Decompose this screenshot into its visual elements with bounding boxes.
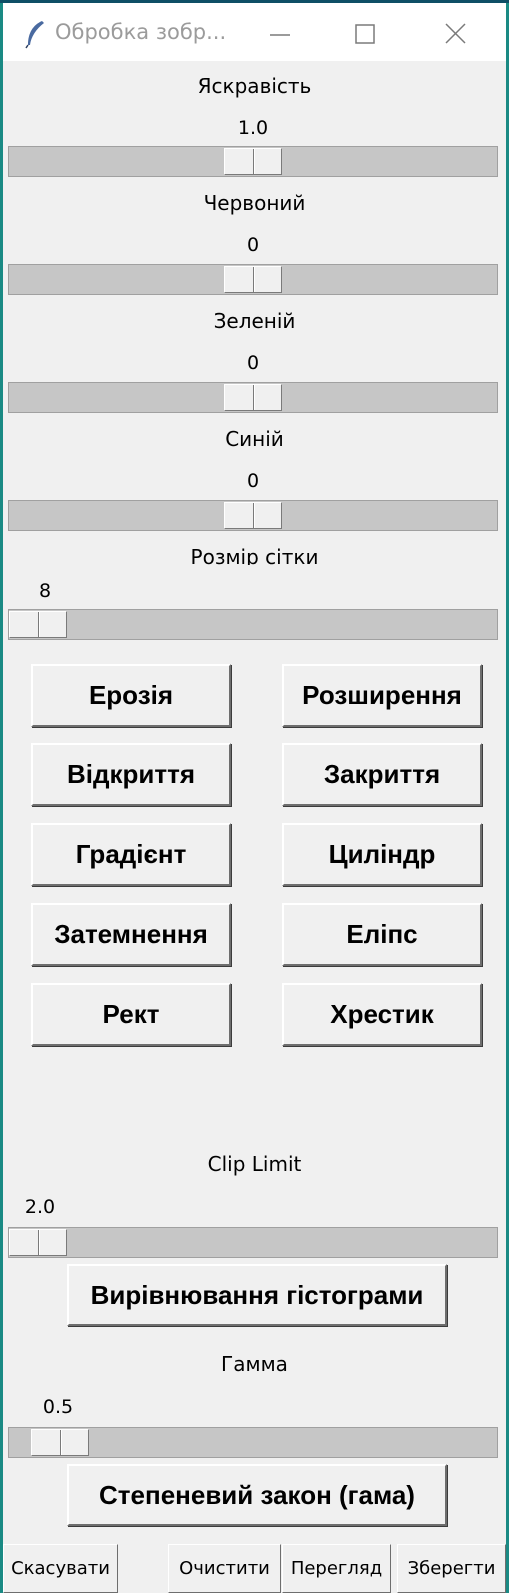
clear-button[interactable]: Очистити [168, 1544, 281, 1593]
brightness-label: Яскравість [197, 74, 312, 98]
brightness-slider[interactable] [8, 146, 498, 177]
grid-size-value: 8 [38, 580, 52, 602]
green-slider-handle[interactable] [224, 384, 282, 411]
power-law-button[interactable]: Степеневий закон (гама) [67, 1464, 447, 1526]
cross-button[interactable]: Хрестик [282, 983, 482, 1046]
minimize-icon[interactable] [258, 11, 302, 55]
gamma-slider-handle[interactable] [30, 1429, 89, 1456]
closing-button[interactable]: Закриття [282, 743, 482, 806]
save-button[interactable]: Зберегти [397, 1544, 506, 1593]
blackhat-button[interactable]: Затемнення [31, 903, 231, 966]
gradient-button[interactable]: Градієнт [31, 823, 231, 886]
brightness-slider-handle[interactable] [224, 148, 282, 175]
feather-icon [25, 21, 44, 49]
gamma-label: Гамма [221, 1352, 288, 1376]
red-slider[interactable] [8, 264, 498, 295]
red-label: Червоний [203, 191, 306, 215]
green-slider[interactable] [8, 382, 498, 413]
brightness-value: 1.0 [237, 117, 269, 139]
clip-limit-slider[interactable] [8, 1227, 498, 1258]
cancel-button[interactable]: Скасувати [3, 1544, 118, 1593]
blue-slider[interactable] [8, 500, 498, 531]
red-slider-handle[interactable] [224, 266, 282, 293]
window-title: Обробка зобр... [55, 20, 227, 44]
dilation-button[interactable]: Розширення [282, 664, 482, 727]
clip-limit-slider-handle[interactable] [9, 1229, 67, 1256]
green-value: 0 [246, 352, 260, 374]
blue-slider-handle[interactable] [224, 502, 282, 529]
gamma-value: 0.5 [42, 1396, 74, 1418]
tophat-button[interactable]: Циліндр [282, 823, 482, 886]
close-icon[interactable] [433, 11, 477, 55]
grid-size-label: Розмір сітки [190, 545, 319, 565]
ellipse-button[interactable]: Еліпс [282, 903, 482, 966]
grid-size-slider[interactable] [8, 609, 498, 640]
rect-button[interactable]: Рект [31, 983, 231, 1046]
histogram-equalization-button[interactable]: Вирівнювання гістограми [67, 1264, 447, 1326]
opening-button[interactable]: Відкриття [31, 743, 231, 806]
gamma-slider[interactable] [8, 1427, 498, 1458]
clip-limit-value: 2.0 [24, 1196, 56, 1218]
grid-size-slider-handle[interactable] [9, 611, 67, 638]
blue-value: 0 [246, 470, 260, 492]
red-value: 0 [246, 234, 260, 256]
green-label: Зеленій [213, 309, 296, 333]
erosion-button[interactable]: Ерозія [31, 664, 231, 727]
maximize-icon[interactable] [343, 11, 387, 55]
blue-label: Синій [225, 427, 284, 451]
preview-button[interactable]: Перегляд [282, 1544, 391, 1593]
clip-limit-label: Clip Limit [207, 1152, 302, 1176]
title-bar[interactable]: Обробка зобр... [3, 3, 506, 61]
